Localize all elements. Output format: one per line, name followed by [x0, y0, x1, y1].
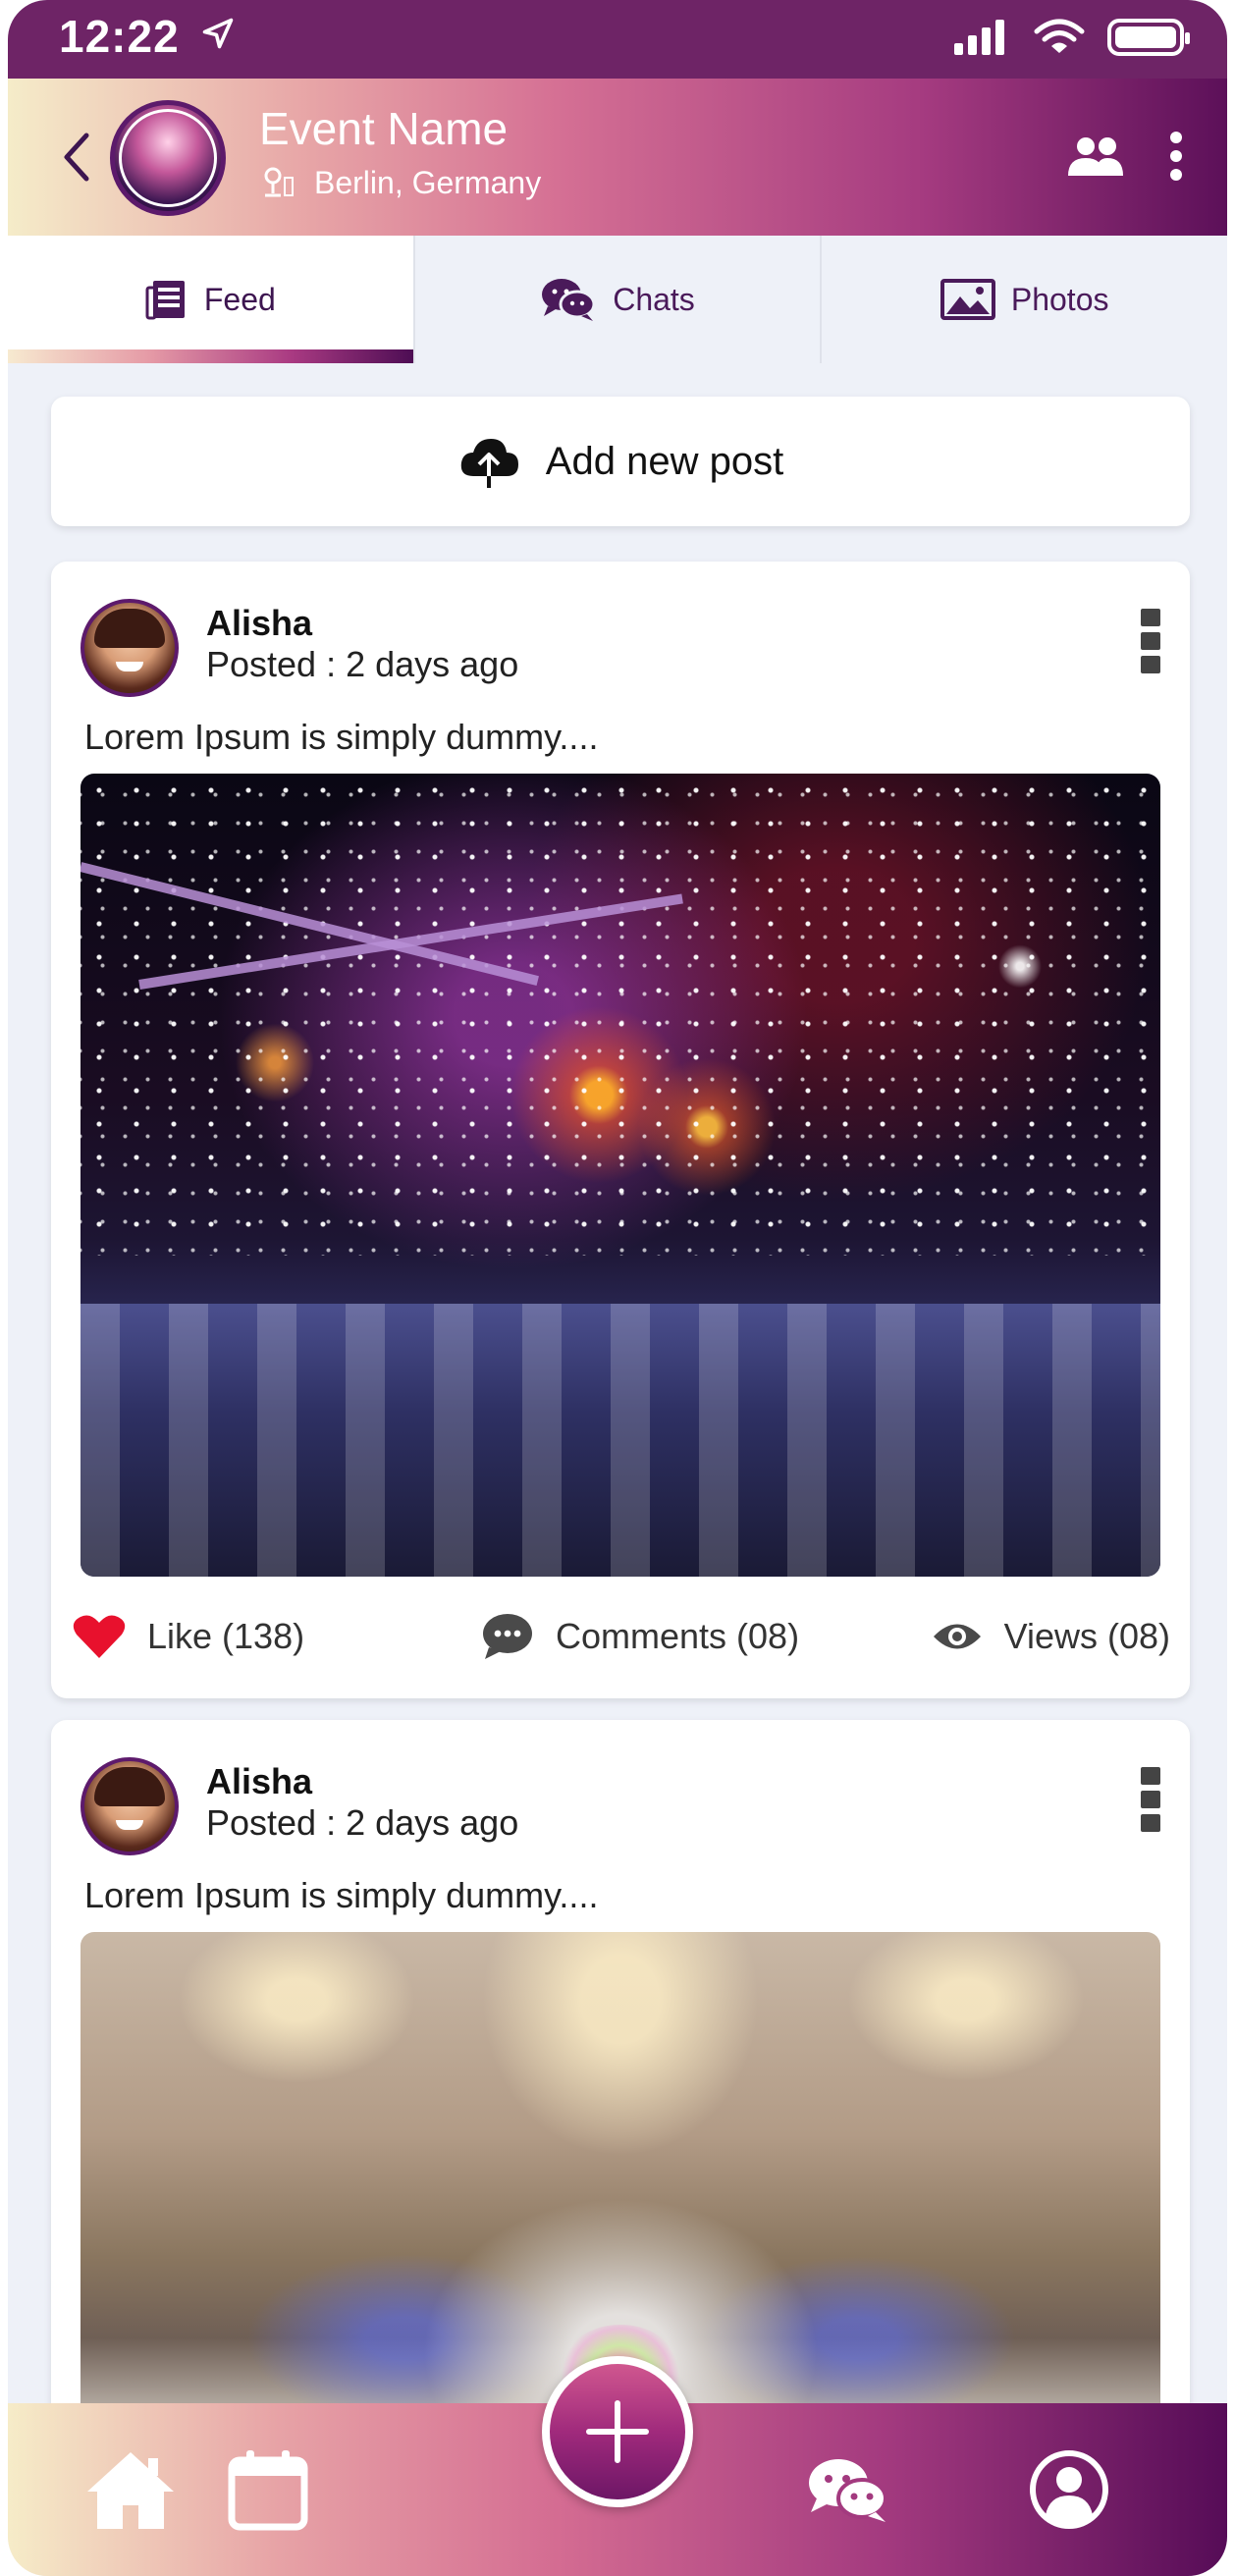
back-button[interactable]	[57, 130, 96, 185]
post-author[interactable]: Alisha	[206, 1761, 312, 1802]
cloud-upload-icon	[460, 439, 518, 488]
feed-icon	[145, 281, 185, 320]
battery-icon	[1107, 19, 1190, 56]
post-timestamp: Posted : 2 days ago	[206, 644, 519, 684]
tab-feed[interactable]: Feed	[8, 236, 413, 363]
comments-button[interactable]: Comments (08)	[481, 1602, 799, 1671]
event-location: Berlin, Germany	[314, 165, 542, 200]
home-icon	[87, 2452, 174, 2529]
like-button[interactable]: Like (138)	[73, 1602, 304, 1671]
post-card: Alisha Posted : 2 days ago Lorem Ipsum i…	[51, 562, 1190, 1698]
active-tab-indicator	[8, 349, 413, 363]
tab-feed-label: Feed	[203, 281, 276, 317]
status-icons	[952, 18, 1190, 57]
add-new-post-label: Add new post	[545, 439, 784, 483]
nav-chat[interactable]	[783, 2403, 911, 2576]
tab-chats-label: Chats	[613, 281, 695, 317]
add-new-post-button[interactable]: Add new post	[51, 397, 1190, 526]
comment-icon	[483, 1614, 532, 1659]
comment-count: Comments (08)	[556, 1616, 800, 1656]
post-text: Lorem Ipsum is simply dummy....	[84, 717, 599, 757]
views-button[interactable]: Views (08)	[932, 1602, 1170, 1671]
phone-screen: 12:22 Event Name Berlin, Germany Feed Ch…	[8, 0, 1227, 2576]
signal-icon	[954, 20, 1004, 55]
nav-home[interactable]	[67, 2403, 194, 2576]
wifi-icon	[1034, 19, 1085, 53]
nav-profile[interactable]	[1005, 2403, 1133, 2576]
participants-icon[interactable]	[1066, 134, 1125, 178]
avatar[interactable]	[81, 599, 179, 697]
event-header: Event Name Berlin, Germany	[8, 79, 1227, 236]
banquet-tables	[81, 1303, 1160, 1577]
location-arrow-icon	[202, 18, 234, 49]
tab-photos[interactable]: Photos	[820, 236, 1227, 363]
avatar[interactable]	[81, 1757, 179, 1855]
calendar-icon	[228, 2450, 308, 2531]
chat-icon	[809, 2459, 887, 2522]
event-location-row: Berlin, Germany	[261, 165, 541, 201]
post-timestamp: Posted : 2 days ago	[206, 1802, 519, 1843]
nav-calendar[interactable]	[204, 2403, 332, 2576]
add-post-fab[interactable]	[542, 2356, 693, 2507]
starry-ceiling	[81, 774, 1160, 1256]
status-time: 12:22	[59, 11, 180, 62]
view-count: Views (08)	[1003, 1616, 1170, 1656]
photos-icon	[940, 279, 995, 320]
post-text: Lorem Ipsum is simply dummy....	[84, 1875, 599, 1915]
post-image-event-hall[interactable]	[81, 774, 1160, 1577]
eye-icon	[933, 1624, 981, 1649]
event-name: Event Name	[259, 103, 509, 154]
status-bar: 12:22	[8, 0, 1227, 79]
post-options-icon[interactable]	[1141, 609, 1162, 673]
header-actions	[1066, 130, 1184, 183]
heart-icon	[73, 1615, 126, 1658]
post-stats: Like (138) Comments (08) Views (08)	[51, 1602, 1190, 1671]
event-avatar[interactable]	[110, 100, 226, 216]
post-options-icon[interactable]	[1141, 1767, 1162, 1832]
bottom-navigation	[8, 2356, 1227, 2576]
profile-icon	[1030, 2450, 1108, 2529]
tab-bar: Feed Chats Photos	[8, 236, 1227, 363]
like-count: Like (138)	[147, 1616, 305, 1656]
chats-icon	[542, 279, 596, 321]
location-pin-icon	[264, 167, 294, 196]
add-icon	[586, 2400, 649, 2463]
tab-chats[interactable]: Chats	[412, 236, 821, 363]
post-author[interactable]: Alisha	[206, 603, 312, 644]
more-options-icon[interactable]	[1168, 130, 1184, 183]
tab-photos-label: Photos	[1010, 281, 1109, 317]
